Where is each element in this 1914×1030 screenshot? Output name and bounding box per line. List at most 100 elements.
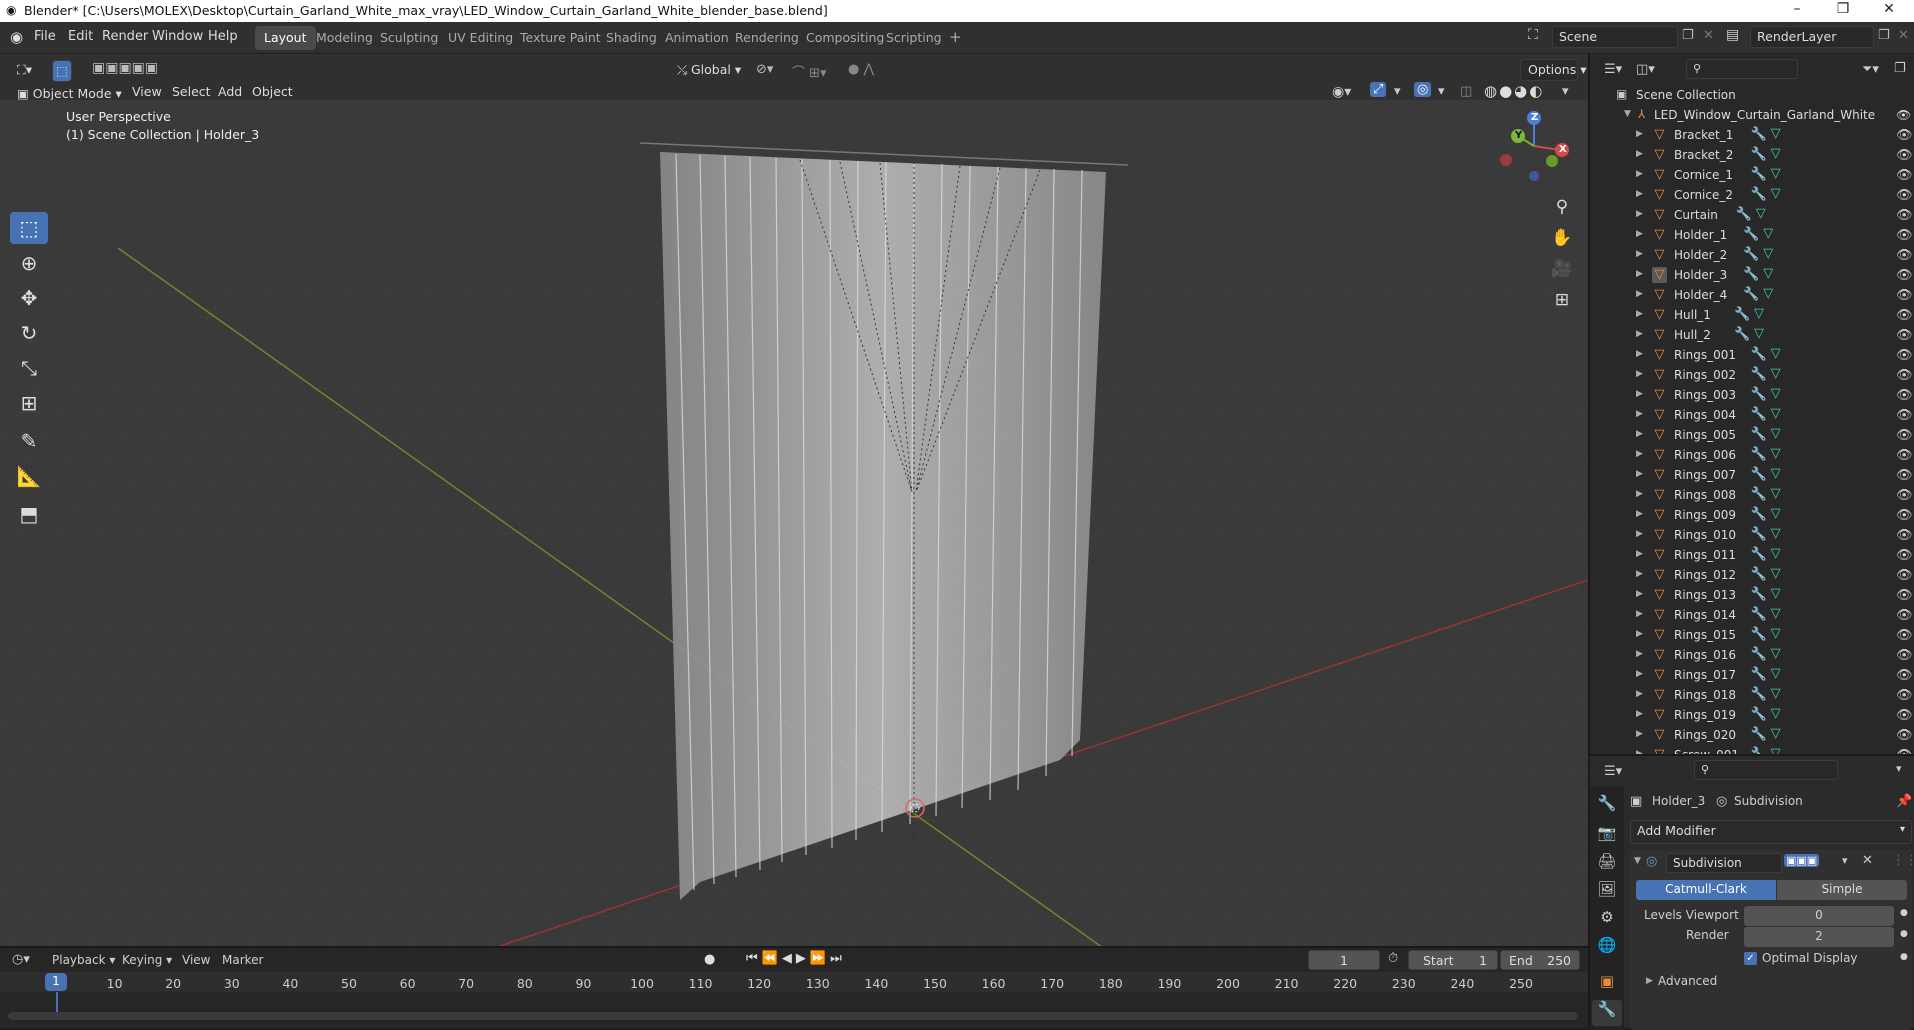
eye-icon[interactable]: 👁 bbox=[1896, 148, 1913, 163]
measure-icon[interactable]: 📐 bbox=[10, 460, 48, 492]
output-tab-icon[interactable]: 🖨 bbox=[1592, 852, 1622, 878]
eye-icon[interactable]: 👁 bbox=[1896, 728, 1913, 743]
properties-editor-icon[interactable]: ☰▾ bbox=[1604, 764, 1622, 779]
eye-icon[interactable]: 👁 bbox=[1896, 588, 1913, 603]
eye-icon[interactable]: 👁 bbox=[1896, 568, 1913, 583]
eye-icon[interactable]: 👁 bbox=[1896, 548, 1913, 563]
outliner-item[interactable]: ▶ ▽ Curtain 🔧 ▽ 👁 bbox=[1590, 206, 1914, 226]
modifier-tab-icon[interactable]: 🔧 bbox=[1592, 1000, 1622, 1026]
eye-icon[interactable]: 👁 bbox=[1896, 308, 1913, 323]
expand-icon[interactable]: ▶ bbox=[1636, 589, 1643, 599]
outliner-item[interactable]: ▶ ▽ Rings_009 🔧 ▽ 👁 bbox=[1590, 506, 1914, 526]
outliner-item[interactable]: ▶ ▽ Rings_003 🔧 ▽ 👁 bbox=[1590, 386, 1914, 406]
expand-icon[interactable]: ▶ bbox=[1636, 529, 1643, 539]
outliner-root-row[interactable]: ▣ Scene Collection bbox=[1590, 86, 1914, 106]
shading-modes-icon[interactable]: ◍●◕◐ bbox=[1484, 82, 1544, 100]
selection-modes-icon[interactable]: ▣▣▣▣▣ bbox=[92, 60, 158, 76]
modifier-name-input[interactable]: Subdivision bbox=[1666, 853, 1782, 873]
mesh-data-icon[interactable]: ▽ bbox=[1763, 226, 1773, 241]
viewport-menu-add[interactable]: Add bbox=[218, 84, 242, 99]
mesh-data-icon[interactable]: ▽ bbox=[1763, 266, 1773, 281]
mesh-data-icon[interactable]: ▽ bbox=[1771, 406, 1781, 421]
mesh-data-icon[interactable]: ▽ bbox=[1771, 646, 1781, 661]
gizmo-dropdown-icon[interactable]: ▾ bbox=[1394, 84, 1401, 99]
mesh-data-icon[interactable]: ▽ bbox=[1771, 726, 1781, 741]
expand-icon[interactable]: ▶ bbox=[1636, 269, 1643, 279]
viewport-menu-select[interactable]: Select bbox=[172, 84, 211, 99]
modifier-remove-icon[interactable]: ✕ bbox=[1862, 853, 1873, 868]
xray-icon[interactable]: ◫ bbox=[1460, 84, 1472, 99]
modifier-visibility-icons[interactable]: ▣▣▣ bbox=[1784, 854, 1820, 867]
outliner-item[interactable]: ▶ ▽ Cornice_1 🔧 ▽ 👁 bbox=[1590, 166, 1914, 186]
outliner-item[interactable]: ▶ ▽ Rings_010 🔧 ▽ 👁 bbox=[1590, 526, 1914, 546]
mesh-data-icon[interactable]: ▽ bbox=[1771, 566, 1781, 581]
eye-icon[interactable]: 👁 bbox=[1896, 468, 1913, 483]
modifier-options-icon[interactable]: ▾ bbox=[1842, 854, 1848, 867]
modifier-wrench-icon[interactable]: 🔧 bbox=[1751, 587, 1767, 602]
menu-render[interactable]: Render bbox=[102, 29, 148, 44]
tool-tab-icon[interactable]: 🔧 bbox=[1592, 794, 1622, 820]
drag-handle-icon[interactable]: ⋮⋮ bbox=[1892, 853, 1914, 868]
expand-icon[interactable]: ▶ bbox=[1636, 649, 1643, 659]
expand-icon[interactable]: ▶ bbox=[1636, 149, 1643, 159]
mesh-data-icon[interactable]: ▽ bbox=[1763, 286, 1773, 301]
expand-icon[interactable]: ▶ bbox=[1636, 569, 1643, 579]
mesh-data-icon[interactable]: ▽ bbox=[1771, 606, 1781, 621]
mesh-data-icon[interactable]: ▽ bbox=[1771, 666, 1781, 681]
modifier-wrench-icon[interactable]: 🔧 bbox=[1751, 387, 1767, 402]
modifier-wrench-icon[interactable]: 🔧 bbox=[1751, 627, 1767, 642]
outliner-item[interactable]: ▶ ▽ Holder_4 🔧 ▽ 👁 bbox=[1590, 286, 1914, 306]
scene-field[interactable]: Scene bbox=[1552, 26, 1678, 48]
mesh-data-icon[interactable]: ▽ bbox=[1771, 126, 1781, 141]
outliner-search-input[interactable]: ⚲ bbox=[1686, 59, 1798, 79]
optimal-display-key-icon[interactable]: ● bbox=[1900, 952, 1908, 962]
expand-icon[interactable]: ▶ bbox=[1636, 169, 1643, 179]
levels-viewport-key-icon[interactable]: ● bbox=[1900, 908, 1908, 918]
mesh-data-icon[interactable]: ▽ bbox=[1771, 366, 1781, 381]
modifier-wrench-icon[interactable]: 🔧 bbox=[1751, 347, 1767, 362]
cursor-icon[interactable]: ⊕ bbox=[10, 247, 48, 279]
modifier-wrench-icon[interactable]: 🔧 bbox=[1751, 407, 1767, 422]
mesh-data-icon[interactable]: ▽ bbox=[1771, 706, 1781, 721]
expand-icon[interactable]: ▶ bbox=[1636, 709, 1643, 719]
eye-icon[interactable]: 👁 bbox=[1896, 108, 1911, 122]
expand-icon[interactable]: ▶ bbox=[1636, 729, 1643, 739]
blender-menu-icon[interactable]: ◉ bbox=[10, 28, 23, 46]
eye-icon[interactable]: 👁 bbox=[1896, 348, 1913, 363]
modifier-wrench-icon[interactable]: 🔧 bbox=[1751, 607, 1767, 622]
remove-layer-icon[interactable]: ✕ bbox=[1898, 28, 1909, 43]
overlay-toggle-icon[interactable]: ◎ bbox=[1414, 82, 1432, 97]
expand-icon[interactable]: ▶ bbox=[1636, 389, 1643, 399]
modifier-wrench-icon[interactable]: 🔧 bbox=[1751, 187, 1767, 202]
eye-icon[interactable]: 👁 bbox=[1896, 288, 1913, 303]
mesh-data-icon[interactable]: ▽ bbox=[1756, 206, 1766, 221]
annotate-icon[interactable]: ✎ bbox=[10, 425, 48, 457]
expand-icon[interactable]: ▶ bbox=[1636, 629, 1643, 639]
modifier-wrench-icon[interactable]: 🔧 bbox=[1751, 567, 1767, 582]
add-workspace-icon[interactable]: + bbox=[940, 24, 971, 48]
mesh-data-icon[interactable]: ▽ bbox=[1754, 306, 1764, 321]
expand-icon[interactable]: ▶ bbox=[1636, 129, 1643, 139]
expand-icon[interactable]: ▶ bbox=[1636, 489, 1643, 499]
world-tab-icon[interactable]: 🌐 bbox=[1592, 936, 1622, 962]
expand-icon[interactable]: ▶ bbox=[1636, 349, 1643, 359]
proportional-edit-icon[interactable]: ● ⋀ bbox=[848, 62, 874, 77]
zoom-icon[interactable]: ⚲ bbox=[1547, 192, 1577, 222]
eye-icon[interactable]: 👁 bbox=[1896, 408, 1913, 423]
outliner-item[interactable]: ▶ ▽ Rings_006 🔧 ▽ 👁 bbox=[1590, 446, 1914, 466]
modifier-wrench-icon[interactable]: 🔧 bbox=[1751, 447, 1767, 462]
expand-icon[interactable]: ▶ bbox=[1636, 229, 1643, 239]
visibility-icon[interactable]: ◉▾ bbox=[1332, 84, 1351, 100]
eye-icon[interactable]: 👁 bbox=[1896, 268, 1913, 283]
add-modifier-dropdown[interactable]: Add Modifier ▾ bbox=[1630, 820, 1912, 844]
eye-icon[interactable]: 👁 bbox=[1896, 188, 1913, 203]
mesh-data-icon[interactable]: ▽ bbox=[1771, 526, 1781, 541]
modifier-wrench-icon[interactable]: 🔧 bbox=[1751, 547, 1767, 562]
pivot-icon[interactable]: ⊘▾ bbox=[756, 62, 773, 77]
expand-icon[interactable]: ▶ bbox=[1636, 609, 1643, 619]
eye-icon[interactable]: 👁 bbox=[1896, 168, 1913, 183]
move-icon[interactable]: ✥ bbox=[10, 282, 48, 314]
mesh-data-icon[interactable]: ▽ bbox=[1771, 446, 1781, 461]
outliner-item[interactable]: ▶ ▽ Rings_016 🔧 ▽ 👁 bbox=[1590, 646, 1914, 666]
modifier-collapse-icon[interactable]: ▼ bbox=[1634, 856, 1641, 866]
